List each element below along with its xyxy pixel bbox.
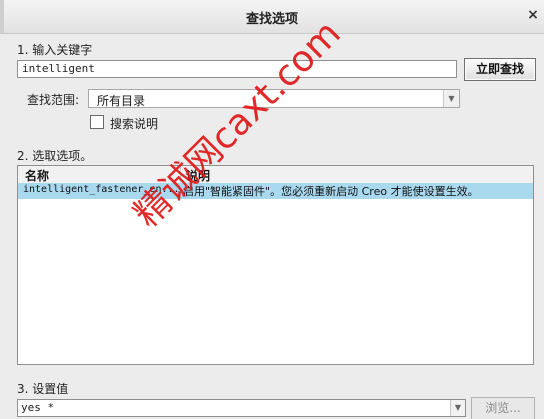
options-table[interactable]: 名称 说明 intelligent_fastener_en... 启用"智能紧固… <box>17 165 534 365</box>
scope-selected-value: 所有目录 <box>97 94 146 108</box>
option-description-cell: 启用"智能紧固件"。您必须重新启动 Creo 才能使设置生效。 <box>183 185 479 198</box>
chevron-down-icon[interactable]: ▼ <box>443 90 459 107</box>
step3-label: 3. 设置值 <box>17 382 69 396</box>
dialog-title: 查找选项 <box>245 12 298 27</box>
close-icon[interactable]: × <box>526 7 540 23</box>
table-header: 名称 说明 <box>18 166 533 184</box>
chevron-down-icon[interactable]: ▼ <box>450 400 465 416</box>
search-description-label: 搜索说明 <box>110 117 159 131</box>
search-now-button[interactable]: 立即查找 <box>464 58 536 81</box>
find-options-dialog: 查找选项 × 1. 输入关键字 intelligent 立即查找 查找范围: 所… <box>0 0 544 419</box>
browse-button[interactable]: 浏览... <box>471 397 535 419</box>
search-description-checkbox[interactable] <box>90 115 104 129</box>
value-text: yes * <box>21 401 55 414</box>
table-row[interactable]: intelligent_fastener_en... 启用"智能紧固件"。您必须… <box>18 183 533 199</box>
scope-label: 查找范围: <box>27 93 80 107</box>
title-bar[interactable]: 查找选项 × <box>0 0 544 34</box>
keyword-input[interactable]: intelligent <box>17 60 457 78</box>
value-combobox[interactable]: yes * ▼ <box>17 399 466 417</box>
step1-label: 1. 输入关键字 <box>17 43 93 57</box>
step2-label: 2. 选取选项。 <box>17 149 93 163</box>
column-header-name[interactable]: 名称 <box>25 167 49 184</box>
